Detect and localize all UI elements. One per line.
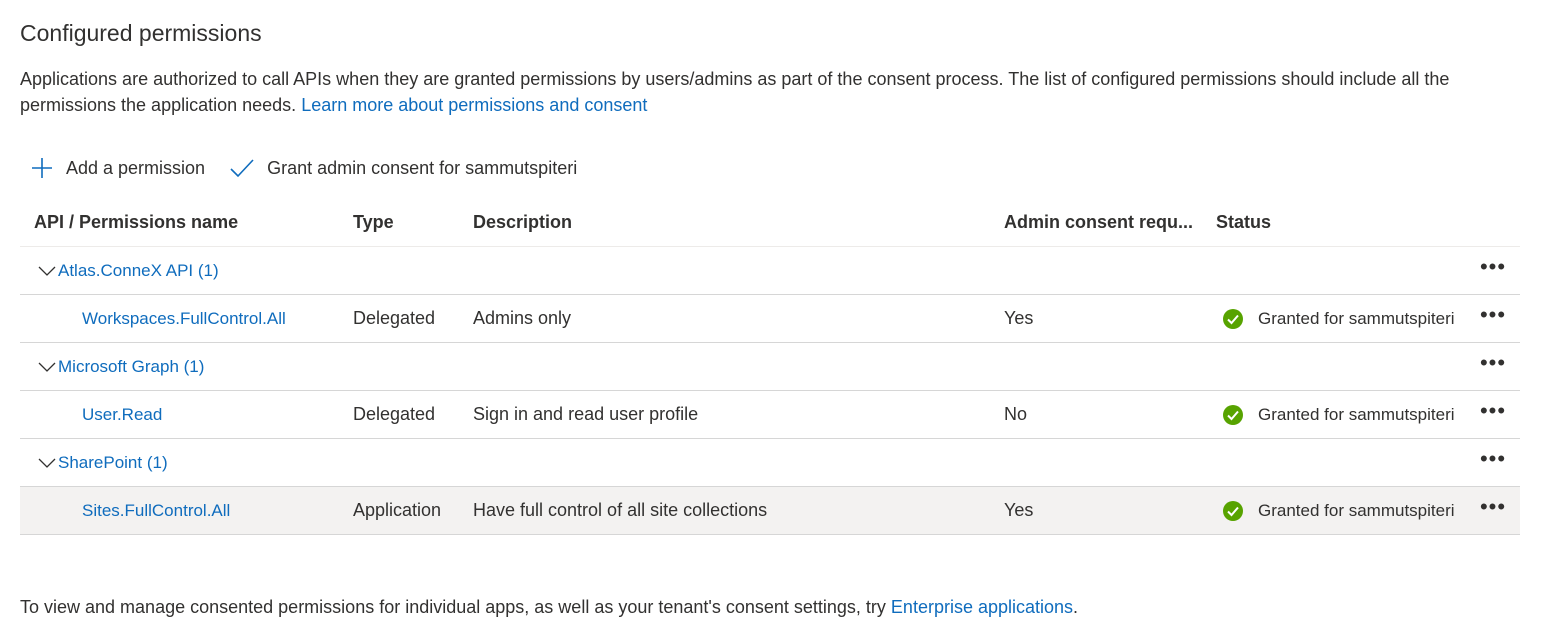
permission-description: Sign in and read user profile [473,390,1004,439]
add-permission-button[interactable]: Add a permission [30,156,205,180]
more-options-button[interactable]: ••• [1466,294,1520,343]
chevron-down-icon[interactable] [38,262,56,280]
admin-consent-required: Yes [1004,486,1216,535]
more-options-button[interactable]: ••• [1466,486,1520,535]
footer-text: To view and manage consented permissions… [20,597,886,617]
group-row-sharepoint[interactable]: SharePoint (1) ••• [20,438,1520,487]
status-text: Granted for sammutspiteri [1258,500,1455,520]
section-title: Configured permissions [20,20,262,46]
success-check-icon [1223,404,1243,425]
header-admin-consent-required[interactable]: Admin consent requ... [1004,198,1216,247]
group-row-microsoft-graph[interactable]: Microsoft Graph (1) ••• [20,342,1520,391]
admin-consent-required: No [1004,390,1216,439]
header-api-permissions-name[interactable]: API / Permissions name [20,198,353,247]
learn-more-link[interactable]: Learn more about permissions and consent [301,95,647,115]
permission-type: Delegated [353,390,473,439]
group-label[interactable]: Microsoft Graph (1) [58,357,204,377]
header-actions [1466,198,1520,247]
more-options-button[interactable]: ••• [1466,390,1520,439]
header-status[interactable]: Status [1216,198,1466,247]
permission-row[interactable]: Sites.FullControl.All Application Have f… [20,486,1520,535]
grant-admin-consent-label: Grant admin consent for sammutspiteri [267,157,578,178]
footer-note: To view and manage consented permissions… [20,597,1078,618]
permissions-toolbar: Add a permission Grant admin consent for… [30,152,601,184]
permissions-table: API / Permissions name Type Description … [20,198,1520,535]
permission-type: Delegated [353,294,473,343]
enterprise-applications-link[interactable]: Enterprise applications [891,597,1073,617]
group-row-atlas-connex-api[interactable]: Atlas.ConneX API (1) ••• [20,246,1520,295]
more-options-button[interactable]: ••• [1466,342,1520,391]
permission-description: Admins only [473,294,1004,343]
footer-period: . [1073,597,1079,617]
permission-name-link[interactable]: Sites.FullControl.All [20,501,353,521]
group-label[interactable]: Atlas.ConneX API (1) [58,261,219,281]
status-badge: Granted for sammutspiteri [1216,308,1466,330]
table-header-row: API / Permissions name Type Description … [20,198,1520,247]
more-options-button[interactable]: ••• [1466,438,1520,487]
description-text: Applications are authorized to call APIs… [20,69,1450,115]
header-type[interactable]: Type [353,198,473,247]
permission-type: Application [353,486,473,535]
permission-row[interactable]: Workspaces.FullControl.All Delegated Adm… [20,294,1520,343]
permission-name-link[interactable]: Workspaces.FullControl.All [20,309,353,329]
permission-description: Have full control of all site collection… [473,486,1004,535]
admin-consent-required: Yes [1004,294,1216,343]
status-text: Granted for sammutspiteri [1258,308,1455,328]
chevron-down-icon[interactable] [38,454,56,472]
permission-row[interactable]: User.Read Delegated Sign in and read use… [20,390,1520,439]
plus-icon [32,158,52,178]
chevron-down-icon[interactable] [38,358,56,376]
status-badge: Granted for sammutspiteri [1216,404,1466,426]
add-permission-label: Add a permission [66,157,206,178]
success-check-icon [1223,308,1243,329]
checkmark-icon [230,159,254,178]
more-options-button[interactable]: ••• [1466,246,1520,295]
grant-admin-consent-button[interactable]: Grant admin consent for sammutspiteri [229,156,577,180]
header-description[interactable]: Description [473,198,1004,247]
success-check-icon [1223,500,1243,521]
status-text: Granted for sammutspiteri [1258,404,1455,424]
section-description: Applications are authorized to call APIs… [20,66,1520,118]
permission-name-link[interactable]: User.Read [20,405,353,425]
group-label[interactable]: SharePoint (1) [58,453,168,473]
status-badge: Granted for sammutspiteri [1216,500,1466,522]
